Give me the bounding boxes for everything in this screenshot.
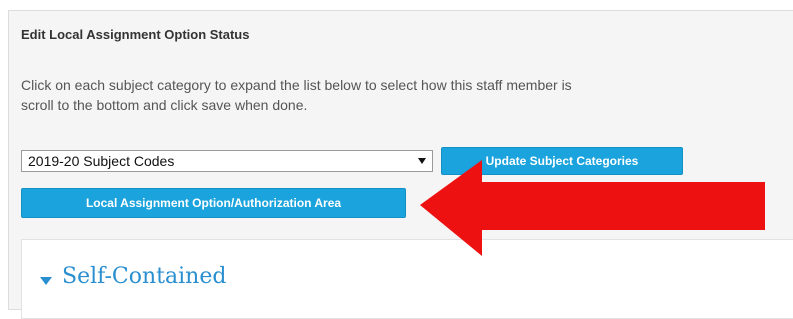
arrow-left-icon xyxy=(420,160,765,256)
local-assignment-option-button[interactable]: Local Assignment Option/Authorization Ar… xyxy=(21,188,406,218)
section-title[interactable]: Self-Contained xyxy=(62,264,226,289)
instructions-text: Click on each subject category to expand… xyxy=(21,75,793,115)
subject-codes-selected-value: 2019-20 Subject Codes xyxy=(28,153,175,169)
caret-down-icon[interactable] xyxy=(40,277,52,285)
annotation-arrow-shape xyxy=(420,160,765,256)
subject-codes-select[interactable]: 2019-20 Subject Codes xyxy=(21,150,433,172)
panel-title: Edit Local Assignment Option Status xyxy=(21,27,250,42)
instructions-line-1: Click on each subject category to expand… xyxy=(21,77,572,93)
instructions-line-2: scroll to the bottom and click save when… xyxy=(21,97,308,113)
